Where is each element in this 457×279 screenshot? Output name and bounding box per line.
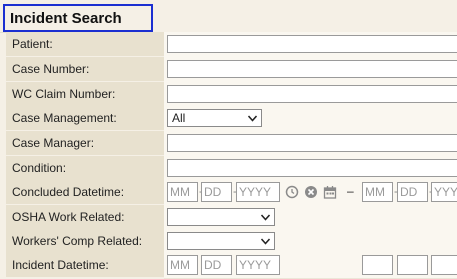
label-cell: OSHA Work Related: <box>6 205 164 230</box>
concluded-to-day-input[interactable]: DD <box>397 182 428 202</box>
wc-claim-number-label: WC Claim Number: <box>12 87 116 101</box>
concluded-to-month-input[interactable]: MM <box>362 182 393 202</box>
page-title: Incident Search <box>10 10 122 27</box>
label-cell: WC Claim Number: <box>6 82 164 107</box>
concluded-from-month-input[interactable]: MM <box>167 182 198 202</box>
concluded-from-year-input[interactable]: YYYY <box>236 182 280 202</box>
chevron-down-icon <box>261 238 270 245</box>
row-osha-work-related: OSHA Work Related: <box>0 205 457 231</box>
workers-comp-related-label: Workers' Comp Related: <box>12 234 143 248</box>
value-cell <box>164 131 457 157</box>
row-wc-claim-number: WC Claim Number: <box>0 82 457 108</box>
workers-comp-related-select[interactable] <box>167 232 275 250</box>
label-cell: Case Number: <box>6 57 164 82</box>
incident-to-year-input[interactable] <box>431 255 457 275</box>
case-management-select[interactable]: All <box>167 109 262 127</box>
label-cell: Concluded Datetime: <box>6 180 164 205</box>
incident-from-day-input[interactable]: DD <box>201 255 232 275</box>
osha-work-related-label: OSHA Work Related: <box>12 210 125 224</box>
row-incident-datetime: Incident Datetime: MM DD YYYY <box>0 253 457 279</box>
incident-to-day-input[interactable] <box>397 255 428 275</box>
value-cell <box>164 229 457 255</box>
value-cell <box>164 205 457 231</box>
value-cell <box>164 82 457 108</box>
value-cell: MM - DD - YYYY – MM - DD - YYYY <box>164 180 457 206</box>
osha-work-related-select[interactable] <box>167 208 275 226</box>
label-cell: Patient: <box>6 32 164 57</box>
label-cell: Condition: <box>6 156 164 181</box>
page-header: Incident Search <box>0 0 457 33</box>
value-cell <box>164 32 457 58</box>
label-cell: Incident Datetime: <box>6 253 164 278</box>
label-cell: Workers' Comp Related: <box>6 229 164 254</box>
clear-icon[interactable] <box>304 185 318 199</box>
case-number-label: Case Number: <box>12 62 90 76</box>
row-condition: Condition: <box>0 156 457 182</box>
range-separator: – <box>347 184 354 198</box>
clock-icon[interactable] <box>285 185 299 199</box>
row-case-manager: Case Manager: <box>0 131 457 157</box>
case-number-input[interactable] <box>167 60 457 78</box>
value-cell <box>164 57 457 83</box>
chevron-down-icon <box>261 214 270 221</box>
incident-from-year-input[interactable]: YYYY <box>236 255 280 275</box>
incident-from-month-input[interactable]: MM <box>167 255 198 275</box>
calendar-icon[interactable] <box>323 185 337 199</box>
label-cell: Case Manager: <box>6 131 164 156</box>
patient-label: Patient: <box>12 37 53 51</box>
value-cell: All <box>164 106 457 132</box>
row-concluded-datetime: Concluded Datetime: MM - DD - YYYY – MM … <box>0 180 457 206</box>
concluded-datetime-label: Concluded Datetime: <box>12 185 125 199</box>
case-manager-input[interactable] <box>167 134 457 152</box>
incident-datetime-label: Incident Datetime: <box>12 258 109 272</box>
chevron-down-icon <box>248 115 257 122</box>
concluded-from-day-input[interactable]: DD <box>201 182 232 202</box>
concluded-to-year-input[interactable]: YYYY <box>431 182 457 202</box>
row-patient: Patient: <box>0 32 457 58</box>
incident-to-month-input[interactable] <box>362 255 393 275</box>
case-management-label: Case Management: <box>12 111 117 125</box>
case-manager-label: Case Manager: <box>12 136 95 150</box>
row-workers-comp-related: Workers' Comp Related: <box>0 229 457 255</box>
patient-input[interactable] <box>167 35 457 53</box>
condition-input[interactable] <box>167 159 457 177</box>
case-management-value: All <box>172 111 186 125</box>
label-cell: Case Management: <box>6 106 164 131</box>
value-cell: MM DD YYYY <box>164 253 457 279</box>
row-case-number: Case Number: <box>0 57 457 83</box>
row-case-management: Case Management: All <box>0 106 457 132</box>
value-cell <box>164 156 457 182</box>
wc-claim-number-input[interactable] <box>167 85 457 103</box>
condition-label: Condition: <box>12 161 67 175</box>
